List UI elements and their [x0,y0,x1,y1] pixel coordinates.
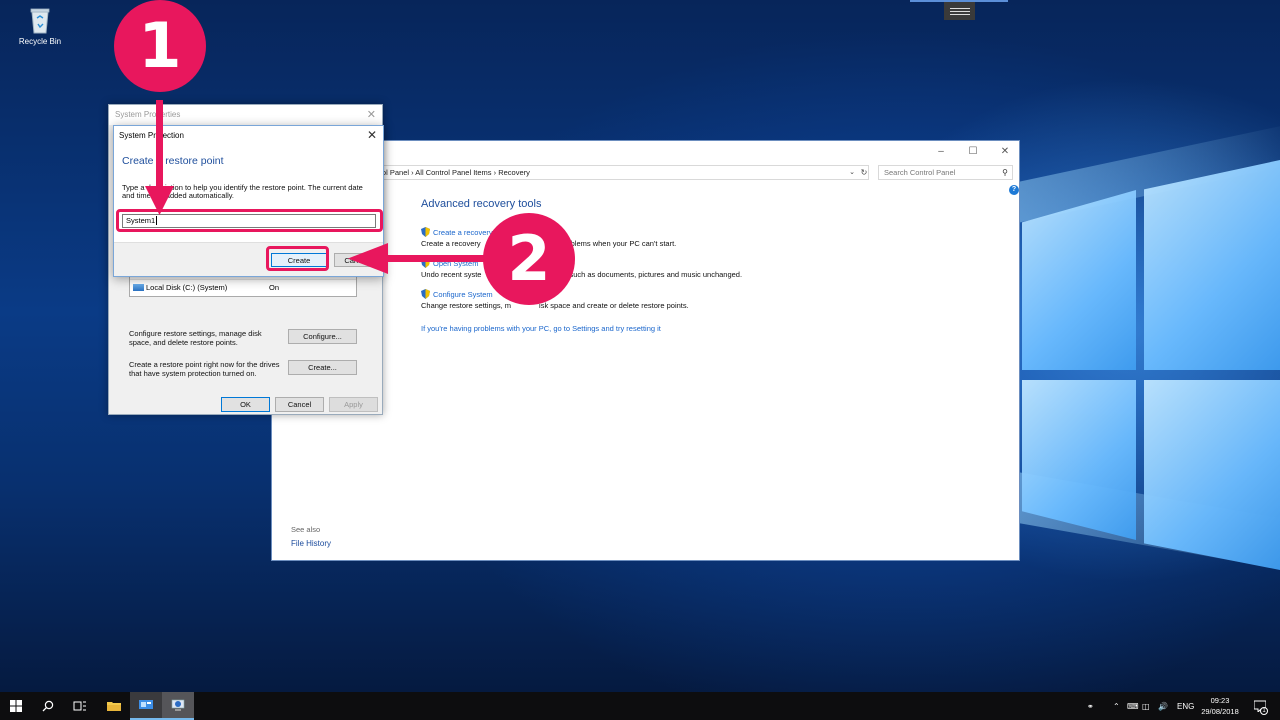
dialog-description: Type a description to help you identify … [122,183,363,200]
page-title: Advanced recovery tools [421,198,542,210]
task-view-button[interactable] [64,692,96,720]
taskbar: ⚭ ⌃ ⌨ ◫ 🔊 ENG 09:23 29/08/2018 1 [0,692,1280,720]
folder-icon [107,702,121,711]
search-placeholder: Search Control Panel [884,168,956,177]
windows-logo-pane [1144,160,1280,370]
configure-description: Configure restore settings, manage disk … [129,329,262,347]
configure-button[interactable]: Configure... [288,329,357,344]
language-indicator[interactable]: ENG [1177,692,1194,720]
step-2-badge: 2 [483,213,575,305]
system-protection-titlebar[interactable]: System Protection ✕ [114,126,383,146]
drive-status: On [269,283,280,292]
drive-row[interactable]: Local Disk (C:) (System) On [130,280,356,295]
help-icon[interactable]: ? [1009,185,1019,195]
close-button[interactable]: ✕ [990,144,1020,160]
people-icon[interactable]: ⚭ [1087,692,1094,720]
ok-button[interactable]: OK [221,397,270,412]
step-1-badge: 1 [114,0,206,92]
system-restore-icon [171,699,185,711]
tool-description: Change restore settings, m isk space and … [421,301,689,310]
chevron-up-icon[interactable]: ⌃ [1113,692,1120,720]
uac-shield-icon [421,289,430,299]
file-history-link[interactable]: File History [291,539,331,548]
windows-logo-pane [1144,380,1280,570]
clock[interactable]: 09:23 29/08/2018 [1196,695,1244,717]
dialog-footer: Create Cancel [114,242,383,276]
search-icon [42,700,54,712]
system-protection-dialog[interactable]: System Protection ✕ Create a restore poi… [113,125,384,277]
search-button[interactable] [32,692,64,720]
keyboard-icon[interactable]: ⌨ [1127,692,1139,720]
recovery-titlebar[interactable]: – ☐ ✕ [272,141,1019,163]
cancel-button[interactable]: Cancel [334,253,378,267]
create-button-highlight [266,246,329,271]
control-panel-taskbar-button[interactable] [130,692,162,720]
close-icon[interactable]: ✕ [367,108,376,121]
recycle-bin-icon [29,6,51,34]
address-bar[interactable]: ontrol Panel › All Control Panel Items ›… [368,165,869,180]
action-center-button[interactable]: 1 [1252,692,1268,720]
control-panel-icon [139,700,153,709]
apply-button[interactable]: Apply [329,397,378,412]
file-explorer-button[interactable] [98,692,130,720]
start-button[interactable] [0,692,32,720]
tool-description: Undo recent syste such as documents, pict… [421,270,743,279]
hard-drive-icon [133,284,144,291]
system-properties-taskbar-button[interactable] [162,692,194,720]
tool-link[interactable]: Open System [421,258,742,268]
search-icon: ⚲ [1002,168,1008,177]
refresh-icon[interactable]: ↻ [858,165,870,180]
reset-pc-link[interactable]: If you're having problems with your PC, … [421,324,661,333]
recycle-bin-label: Recycle Bin [18,37,62,46]
clock-date: 29/08/2018 [1201,707,1239,716]
cancel-button[interactable]: Cancel [275,397,324,412]
task-view-icon [73,701,86,711]
chevron-down-icon[interactable]: ⌄ [846,165,858,180]
create-dots-button[interactable]: Create... [288,360,357,375]
tool-open-system-restore[interactable]: Open System Undo recent syste such as doc… [421,258,742,279]
notification-count: 1 [1260,707,1268,715]
maximize-button[interactable]: ☐ [958,144,988,160]
see-also-label: See also [291,525,321,534]
system-properties-titlebar[interactable]: System Properties ✕ [109,105,382,125]
search-input[interactable]: Search Control Panel ⚲ [878,165,1013,180]
uac-shield-icon [421,258,430,268]
network-icon[interactable]: ◫ [1142,692,1150,720]
input-highlight [116,209,383,232]
drive-name: Local Disk (C:) (System) [146,283,228,292]
close-icon[interactable]: ✕ [367,128,377,142]
clock-time: 09:23 [1210,696,1230,705]
recycle-bin-shortcut[interactable]: Recycle Bin [14,6,66,46]
minimize-button[interactable]: – [926,144,956,160]
dialog-heading: Create a restore point [122,155,224,167]
create-description: Create a restore point right now for the… [129,360,280,378]
volume-icon[interactable]: 🔊 [1158,692,1168,720]
dialog-title: System Protection [119,131,184,140]
menu-icon[interactable] [944,2,975,20]
windows-start-icon [10,700,22,712]
dialog-title: System Properties [115,110,181,119]
uac-shield-icon [421,227,430,237]
